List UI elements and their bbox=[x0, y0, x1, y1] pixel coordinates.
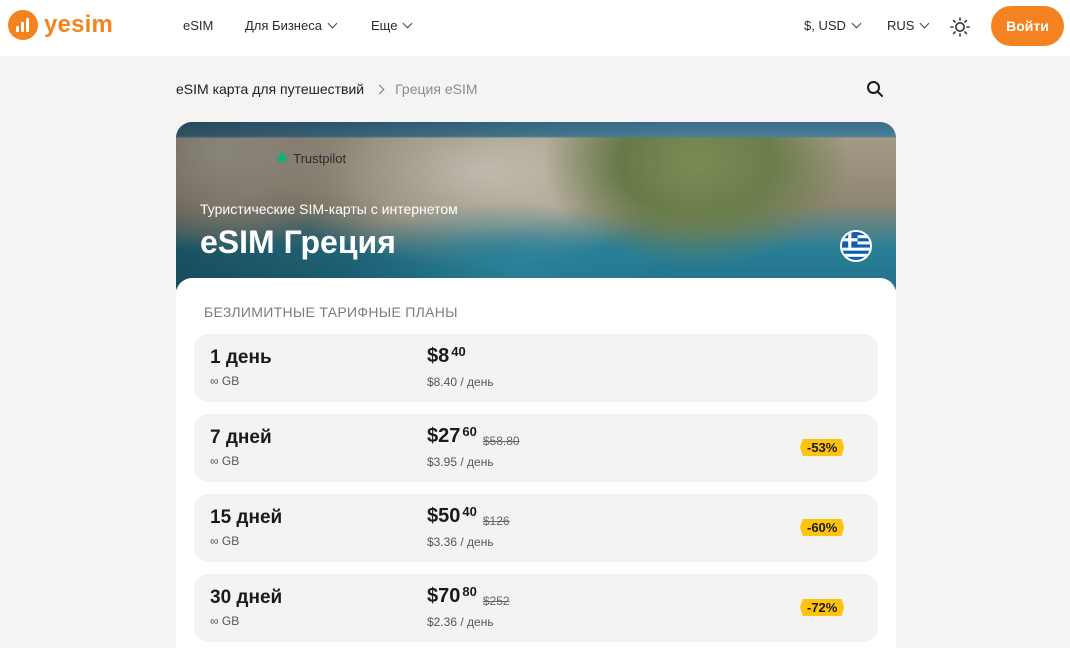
nav-esim[interactable]: eSIM bbox=[183, 18, 213, 33]
hero-title: eSIM Греция bbox=[200, 224, 396, 260]
plan-price-old: $126 bbox=[482, 514, 510, 528]
nav-more[interactable]: Еще bbox=[371, 18, 413, 33]
plan-card[interactable]: 7 дней ∞ GB $27 60 $58.80 $3.95 / день -… bbox=[194, 414, 878, 482]
currency-selector[interactable]: $, USD bbox=[804, 18, 862, 33]
plan-price-cents: 40 bbox=[462, 504, 477, 519]
trustpilot-star-icon: ★ bbox=[274, 148, 291, 168]
trustpilot-label: Trustpilot bbox=[293, 151, 347, 166]
plan-card[interactable]: 15 дней ∞ GB $50 40 $126 $3.36 / день -6… bbox=[194, 494, 878, 562]
plan-card[interactable]: 30 дней ∞ GB $70 80 $252 $2.36 / день -7… bbox=[194, 574, 878, 642]
trustpilot-badge[interactable]: ★ Trustpilot bbox=[274, 148, 346, 169]
nav-business[interactable]: Для Бизнеса bbox=[245, 18, 338, 33]
language-label: RUS bbox=[887, 18, 915, 33]
logo-text: yesim bbox=[44, 11, 114, 38]
plan-per-day: $3.95 / день bbox=[427, 455, 494, 469]
plan-price-main: $27 bbox=[427, 425, 461, 447]
plan-price-main: $8 bbox=[427, 345, 450, 367]
chevron-right-icon bbox=[374, 84, 385, 94]
logo-icon bbox=[8, 10, 38, 40]
currency-label: $, USD bbox=[804, 18, 846, 33]
greece-flag-icon bbox=[840, 230, 872, 262]
plan-duration: 1 день bbox=[210, 347, 272, 368]
plan-per-day: $3.36 / день bbox=[427, 535, 494, 549]
plan-card[interactable]: 1 день ∞ GB $8 40 $8.40 / день bbox=[194, 334, 878, 402]
nav-business-label: Для Бизнеса bbox=[245, 18, 322, 33]
yesim-logo[interactable]: yesim bbox=[8, 10, 113, 40]
breadcrumb-parent-link[interactable]: eSIM карта для путешествий bbox=[176, 81, 364, 97]
plan-duration: 15 дней bbox=[210, 507, 283, 528]
plan-data-amount: ∞ GB bbox=[210, 534, 240, 548]
plan-price-cents: 40 bbox=[451, 344, 466, 359]
nav-esim-label: eSIM bbox=[183, 18, 214, 33]
login-button[interactable]: Войти bbox=[991, 6, 1064, 46]
discount-badge: -72% bbox=[800, 599, 844, 616]
plan-per-day: $8.40 / день bbox=[427, 375, 494, 389]
chevron-down-icon bbox=[851, 18, 862, 29]
plan-price-cents: 60 bbox=[462, 424, 477, 439]
plan-data-amount: ∞ GB bbox=[210, 614, 240, 628]
plan-per-day: $2.36 / день bbox=[427, 615, 494, 629]
plan-price-old: $58.80 bbox=[482, 434, 520, 448]
breadcrumb-current: Греция eSIM bbox=[395, 81, 478, 97]
plans-panel: БЕЗЛИМИТНЫЕ ТАРИФНЫЕ ПЛАНЫ 1 день ∞ GB $… bbox=[176, 278, 896, 648]
plan-price: $8 40 bbox=[427, 344, 466, 368]
plan-duration: 30 дней bbox=[210, 587, 283, 608]
discount-badge: -60% bbox=[800, 519, 844, 536]
chevron-down-icon bbox=[327, 18, 338, 29]
plan-price-main: $70 bbox=[427, 585, 461, 607]
plan-price: $70 80 $252 bbox=[427, 584, 510, 608]
plan-price-main: $50 bbox=[427, 505, 461, 527]
language-selector[interactable]: RUS bbox=[887, 18, 930, 33]
chevron-down-icon bbox=[403, 18, 413, 29]
plan-price-old: $252 bbox=[482, 594, 510, 608]
plan-price: $50 40 $126 bbox=[427, 504, 510, 528]
nav-more-label: Еще bbox=[371, 18, 398, 33]
plan-price-cents: 80 bbox=[462, 584, 477, 599]
breadcrumb: eSIM карта для путешествий Греция eSIM bbox=[176, 81, 478, 97]
chevron-down-icon bbox=[920, 18, 930, 29]
theme-toggle-sun-icon[interactable] bbox=[950, 17, 970, 37]
hero-banner: ★ Trustpilot Туристические SIM-карты с и… bbox=[176, 122, 896, 302]
top-header: yesim eSIM Для Бизнеса Еще $, USD RUS Во… bbox=[0, 0, 1070, 56]
plan-price: $27 60 $58.80 bbox=[427, 424, 520, 448]
plan-data-amount: ∞ GB bbox=[210, 374, 240, 388]
plans-section-title: БЕЗЛИМИТНЫЕ ТАРИФНЫЕ ПЛАНЫ bbox=[204, 304, 458, 320]
search-icon[interactable] bbox=[866, 80, 884, 98]
plan-duration: 7 дней bbox=[210, 427, 272, 448]
plan-data-amount: ∞ GB bbox=[210, 454, 240, 468]
discount-badge: -53% bbox=[800, 439, 844, 456]
hero-subtitle: Туристические SIM-карты с интернетом bbox=[200, 201, 458, 217]
